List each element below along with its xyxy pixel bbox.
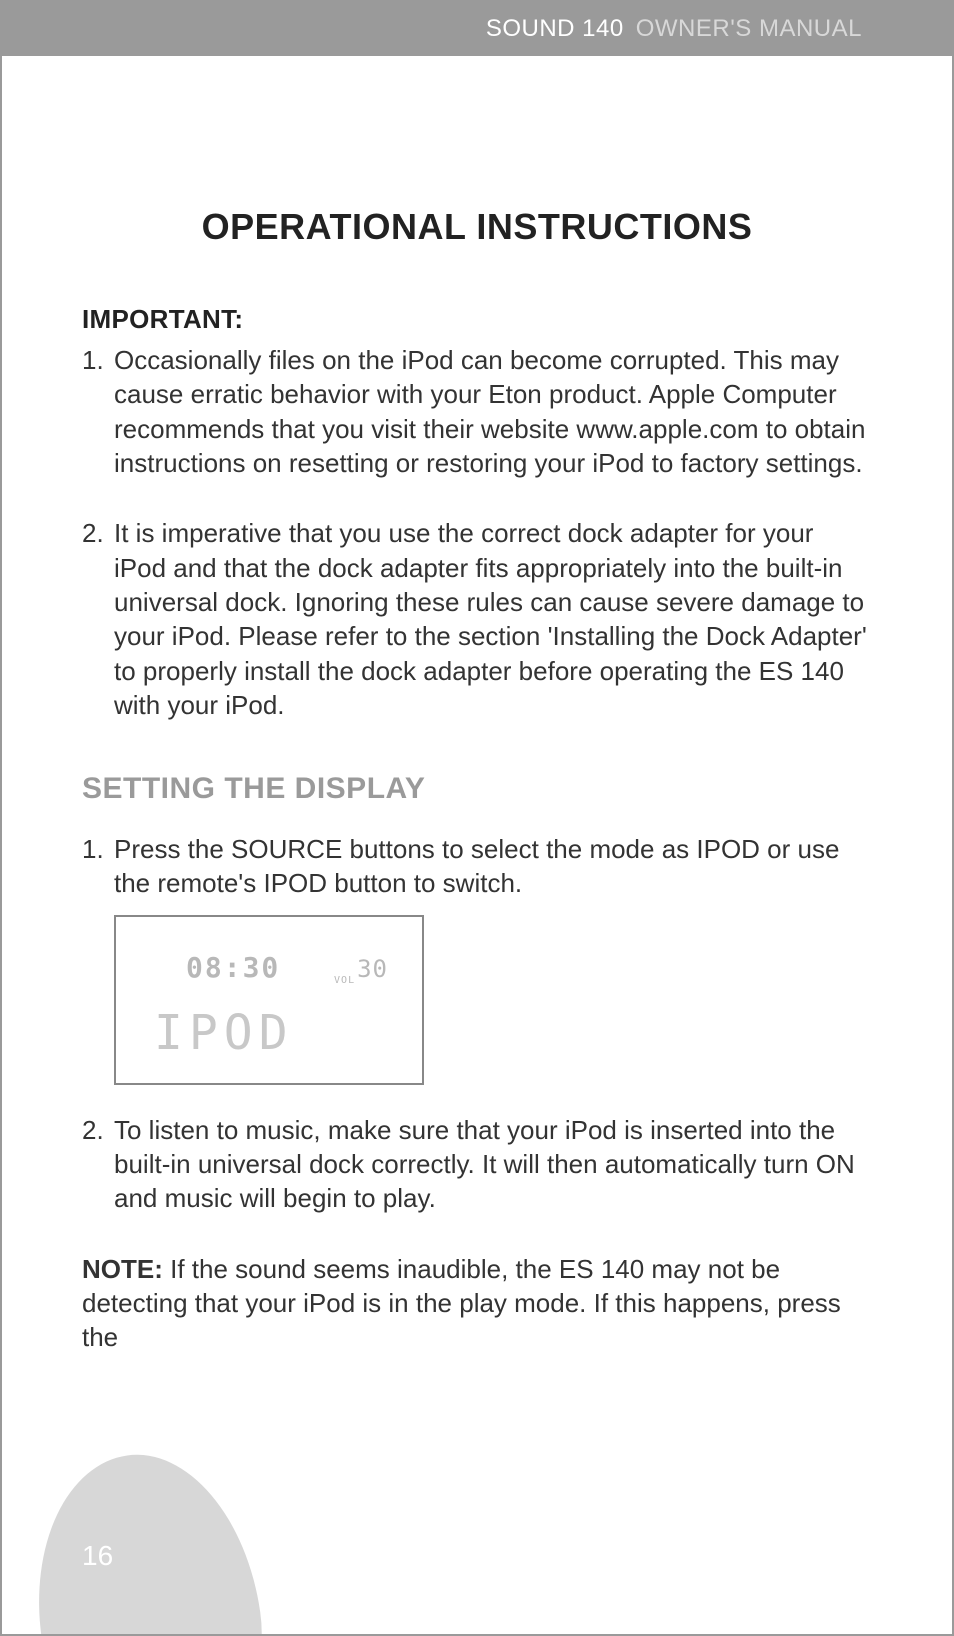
important-item: 2. It is imperative that you use the cor…	[82, 516, 872, 722]
note-block: NOTE: If the sound seems inaudible, the …	[82, 1252, 872, 1355]
list-text: It is imperative that you use the correc…	[114, 516, 872, 722]
note-label: NOTE:	[82, 1254, 163, 1284]
page-title: OPERATIONAL INSTRUCTIONS	[82, 206, 872, 248]
lcd-volume-value: 30	[357, 955, 388, 983]
header-bar: SOUND 140 OWNER'S MANUAL	[2, 2, 952, 56]
lcd-time-readout: 08:30	[186, 951, 280, 984]
setting-display-item: 1. Press the SOURCE buttons to select th…	[82, 832, 872, 901]
list-number: 1.	[82, 343, 114, 480]
setting-display-item: 2. To listen to music, make sure that yo…	[82, 1113, 872, 1216]
list-number: 2.	[82, 516, 114, 722]
lcd-volume-label: VOL	[334, 975, 355, 986]
list-number: 2.	[82, 1113, 114, 1216]
list-text: Press the SOURCE buttons to select the m…	[114, 832, 872, 901]
list-number: 1.	[82, 832, 114, 901]
list-text: Occasionally files on the iPod can becom…	[114, 343, 872, 480]
page-content: OPERATIONAL INSTRUCTIONS IMPORTANT: 1. O…	[2, 56, 952, 1355]
header-product-name: SOUND 140	[486, 15, 624, 43]
important-heading: IMPORTANT:	[82, 304, 872, 335]
manual-page: SOUND 140 OWNER'S MANUAL OPERATIONAL INS…	[0, 0, 954, 1636]
lcd-mode-readout: IPOD	[154, 1005, 294, 1061]
lcd-display-illustration: 08:30 VOL30 IPOD	[114, 915, 424, 1085]
header-manual-label: OWNER'S MANUAL	[636, 15, 862, 43]
lcd-inner: 08:30 VOL30 IPOD	[132, 933, 406, 1067]
page-number-background-shape	[18, 1440, 278, 1636]
page-number: 16	[82, 1540, 113, 1572]
section-heading-setting-display: SETTING THE DISPLAY	[82, 772, 872, 806]
note-text: If the sound seems inaudible, the ES 140…	[82, 1254, 841, 1353]
lcd-volume-readout: VOL30	[334, 955, 388, 986]
important-item: 1. Occasionally files on the iPod can be…	[82, 343, 872, 480]
list-text: To listen to music, make sure that your …	[114, 1113, 872, 1216]
